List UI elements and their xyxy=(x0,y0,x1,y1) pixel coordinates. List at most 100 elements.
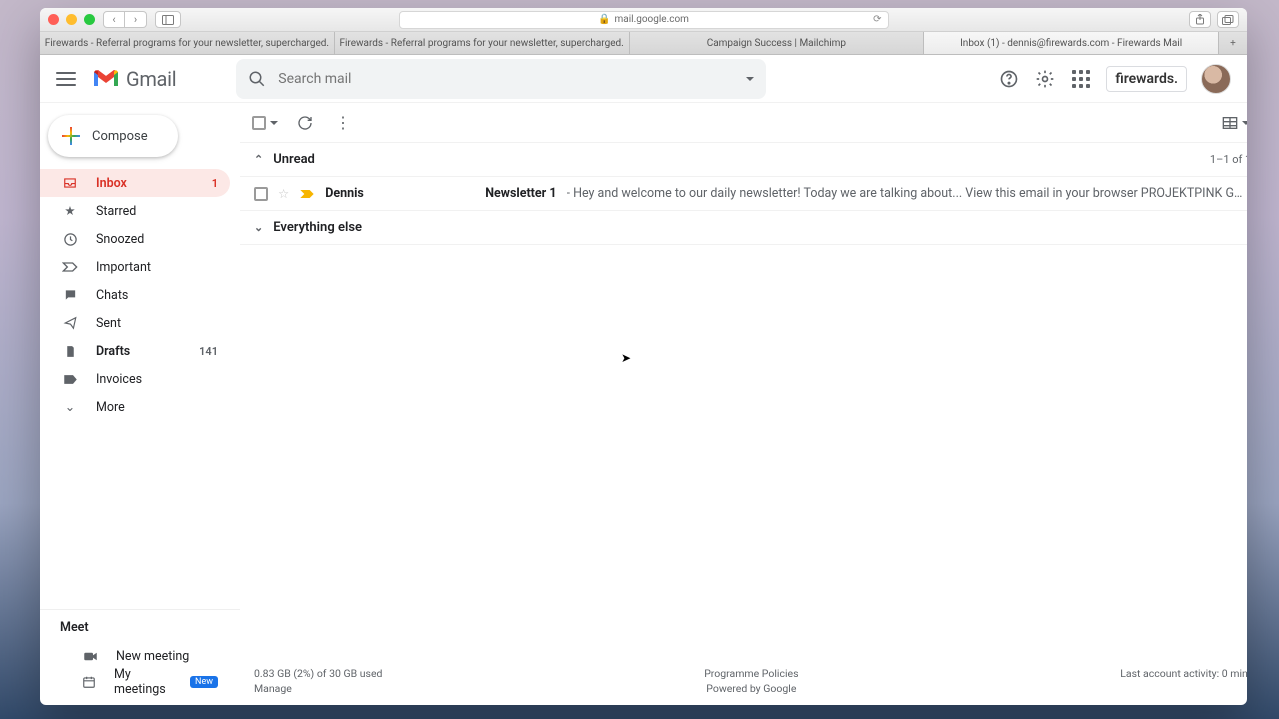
sidebar-item-important[interactable]: Important xyxy=(40,253,230,281)
manage-link[interactable]: Manage xyxy=(254,682,382,695)
sidebar-item-label: Inbox xyxy=(96,176,127,191)
more-button[interactable]: ⋮ xyxy=(332,112,354,134)
close-window-button[interactable] xyxy=(48,14,59,25)
sidebar-item-label: Starred xyxy=(96,204,136,219)
label-icon xyxy=(62,373,78,386)
email-row[interactable]: ☆ Dennis Newsletter 1 - Hey and welcome … xyxy=(240,177,1247,211)
section-label: Unread xyxy=(273,152,315,167)
calendar-icon xyxy=(82,675,96,689)
url-text: mail.google.com xyxy=(615,14,689,25)
sidebar-item-label: Drafts xyxy=(96,344,130,359)
section-unread[interactable]: ⌃ Unread 1–1 of 1 ⋮ xyxy=(240,143,1247,177)
main-menu-button[interactable] xyxy=(56,72,76,86)
nav-back-forward: ‹ › xyxy=(103,11,147,28)
sidebar-item-label: Chats xyxy=(96,288,128,303)
gmail-logo[interactable]: Gmail xyxy=(92,67,176,91)
sidebar-item-label: My meetings xyxy=(114,667,166,697)
new-tab-button[interactable]: + xyxy=(1219,32,1247,54)
safari-tabbar: Firewards - Referral programs for your n… xyxy=(40,32,1247,55)
sidebar-item-starred[interactable]: ★ Starred xyxy=(40,197,230,225)
gmail-wordmark: Gmail xyxy=(126,67,176,91)
back-button[interactable]: ‹ xyxy=(103,11,125,28)
mail-toolbar: ⋮ De xyxy=(240,103,1247,143)
sidebar-item-sent[interactable]: Sent xyxy=(40,309,230,337)
mouse-cursor-icon: ➤ xyxy=(621,351,631,365)
window-controls xyxy=(48,14,95,25)
chat-icon xyxy=(62,288,78,302)
sidebar-item-inbox[interactable]: Inbox 1 xyxy=(40,169,230,197)
safari-titlebar: ‹ › 🔒 mail.google.com ⟳ xyxy=(40,8,1247,32)
gmail-body: Compose Inbox 1 ★ Starred Snoozed Import… xyxy=(40,103,1247,705)
compose-label: Compose xyxy=(92,129,148,144)
chevron-down-icon xyxy=(270,121,278,125)
account-avatar[interactable] xyxy=(1201,64,1231,94)
sidebar-item-label: New meeting xyxy=(116,649,189,664)
sidebar-item-label: Invoices xyxy=(96,372,142,387)
refresh-button[interactable] xyxy=(294,112,316,134)
sent-icon xyxy=(62,316,78,330)
sidebar-item-chats[interactable]: Chats xyxy=(40,281,230,309)
important-marker-icon[interactable] xyxy=(299,188,315,200)
main-panel: ⋮ De ⌃ Unread 1–1 of 1 ⋮ xyxy=(240,103,1247,705)
sidebar-item-more[interactable]: ⌄ More xyxy=(40,393,230,421)
settings-button[interactable] xyxy=(1034,68,1056,90)
chevron-down-icon: ⌄ xyxy=(62,399,78,415)
share-button[interactable] xyxy=(1189,11,1211,28)
search-input[interactable] xyxy=(278,71,754,87)
search-bar[interactable] xyxy=(236,59,766,99)
sidebar-item-label: Sent xyxy=(96,316,121,331)
browser-tab-active[interactable]: Inbox (1) - dennis@firewards.com - Firew… xyxy=(924,32,1219,54)
sidebar-toggle-button[interactable] xyxy=(155,11,181,28)
footer-right: Last account activity: 0 minutes ago Det… xyxy=(1120,667,1247,695)
address-bar[interactable]: 🔒 mail.google.com ⟳ xyxy=(399,11,889,29)
minimize-window-button[interactable] xyxy=(66,14,77,25)
gmail-icon xyxy=(92,68,120,90)
sidebar-item-label: Snoozed xyxy=(96,232,144,247)
workspace-brand: firewards. xyxy=(1106,66,1187,92)
search-options-icon[interactable] xyxy=(746,77,754,81)
browser-tab[interactable]: Firewards - Referral programs for your n… xyxy=(335,32,630,54)
meet-new-meeting[interactable]: New meeting xyxy=(60,643,230,669)
tabs-overview-button[interactable] xyxy=(1217,11,1239,28)
forward-button[interactable]: › xyxy=(125,11,147,28)
section-everything-else[interactable]: ⌄ Everything else ⋮ xyxy=(240,211,1247,245)
chevron-up-icon: ⌃ xyxy=(254,153,263,166)
compose-button[interactable]: Compose xyxy=(48,115,178,157)
lock-icon: 🔒 xyxy=(598,14,610,25)
density-toggle[interactable] xyxy=(1222,116,1247,130)
sidebar: Compose Inbox 1 ★ Starred Snoozed Import… xyxy=(40,103,240,705)
sidebar-item-drafts[interactable]: Drafts 141 xyxy=(40,337,230,365)
reload-icon[interactable]: ⟳ xyxy=(873,14,881,25)
star-icon[interactable]: ☆ xyxy=(278,186,289,202)
apps-button[interactable] xyxy=(1070,68,1092,90)
browser-tab[interactable]: Firewards - Referral programs for your n… xyxy=(40,32,335,54)
section-range: 1–1 of 1 xyxy=(1210,153,1247,166)
support-button[interactable] xyxy=(998,68,1020,90)
sidebar-item-label: Important xyxy=(96,260,151,275)
meet-heading: Meet xyxy=(60,620,240,635)
storage-text: 0.83 GB (2%) of 30 GB used xyxy=(254,667,382,680)
activity-text: Last account activity: 0 minutes ago xyxy=(1120,667,1247,680)
row-checkbox[interactable] xyxy=(254,187,268,201)
powered-text: Powered by Google xyxy=(706,682,796,695)
policies-link[interactable]: Programme Policies xyxy=(704,667,798,680)
search-icon xyxy=(248,70,266,88)
meet-section: Meet New meeting My meetings New xyxy=(40,609,240,705)
email-sender: Dennis xyxy=(325,186,475,201)
sidebar-item-label: More xyxy=(96,400,125,415)
important-icon xyxy=(62,261,78,273)
select-all[interactable] xyxy=(252,116,278,130)
clock-icon xyxy=(62,232,78,247)
meet-my-meetings[interactable]: My meetings New xyxy=(60,669,230,695)
sidebar-item-count: 141 xyxy=(199,345,218,358)
safari-window: ‹ › 🔒 mail.google.com ⟳ Firewards - Refe… xyxy=(40,8,1247,705)
footer: 0.83 GB (2%) of 30 GB used Manage Progra… xyxy=(240,661,1247,705)
email-preview: - Hey and welcome to our daily newslette… xyxy=(567,186,1247,201)
sidebar-item-invoices[interactable]: Invoices xyxy=(40,365,230,393)
draft-icon xyxy=(62,344,78,359)
browser-tab[interactable]: Campaign Success | Mailchimp xyxy=(630,32,925,54)
sidebar-item-snoozed[interactable]: Snoozed xyxy=(40,225,230,253)
email-subject: Newsletter 1 xyxy=(485,186,556,201)
checkbox-icon xyxy=(252,116,266,130)
maximize-window-button[interactable] xyxy=(84,14,95,25)
